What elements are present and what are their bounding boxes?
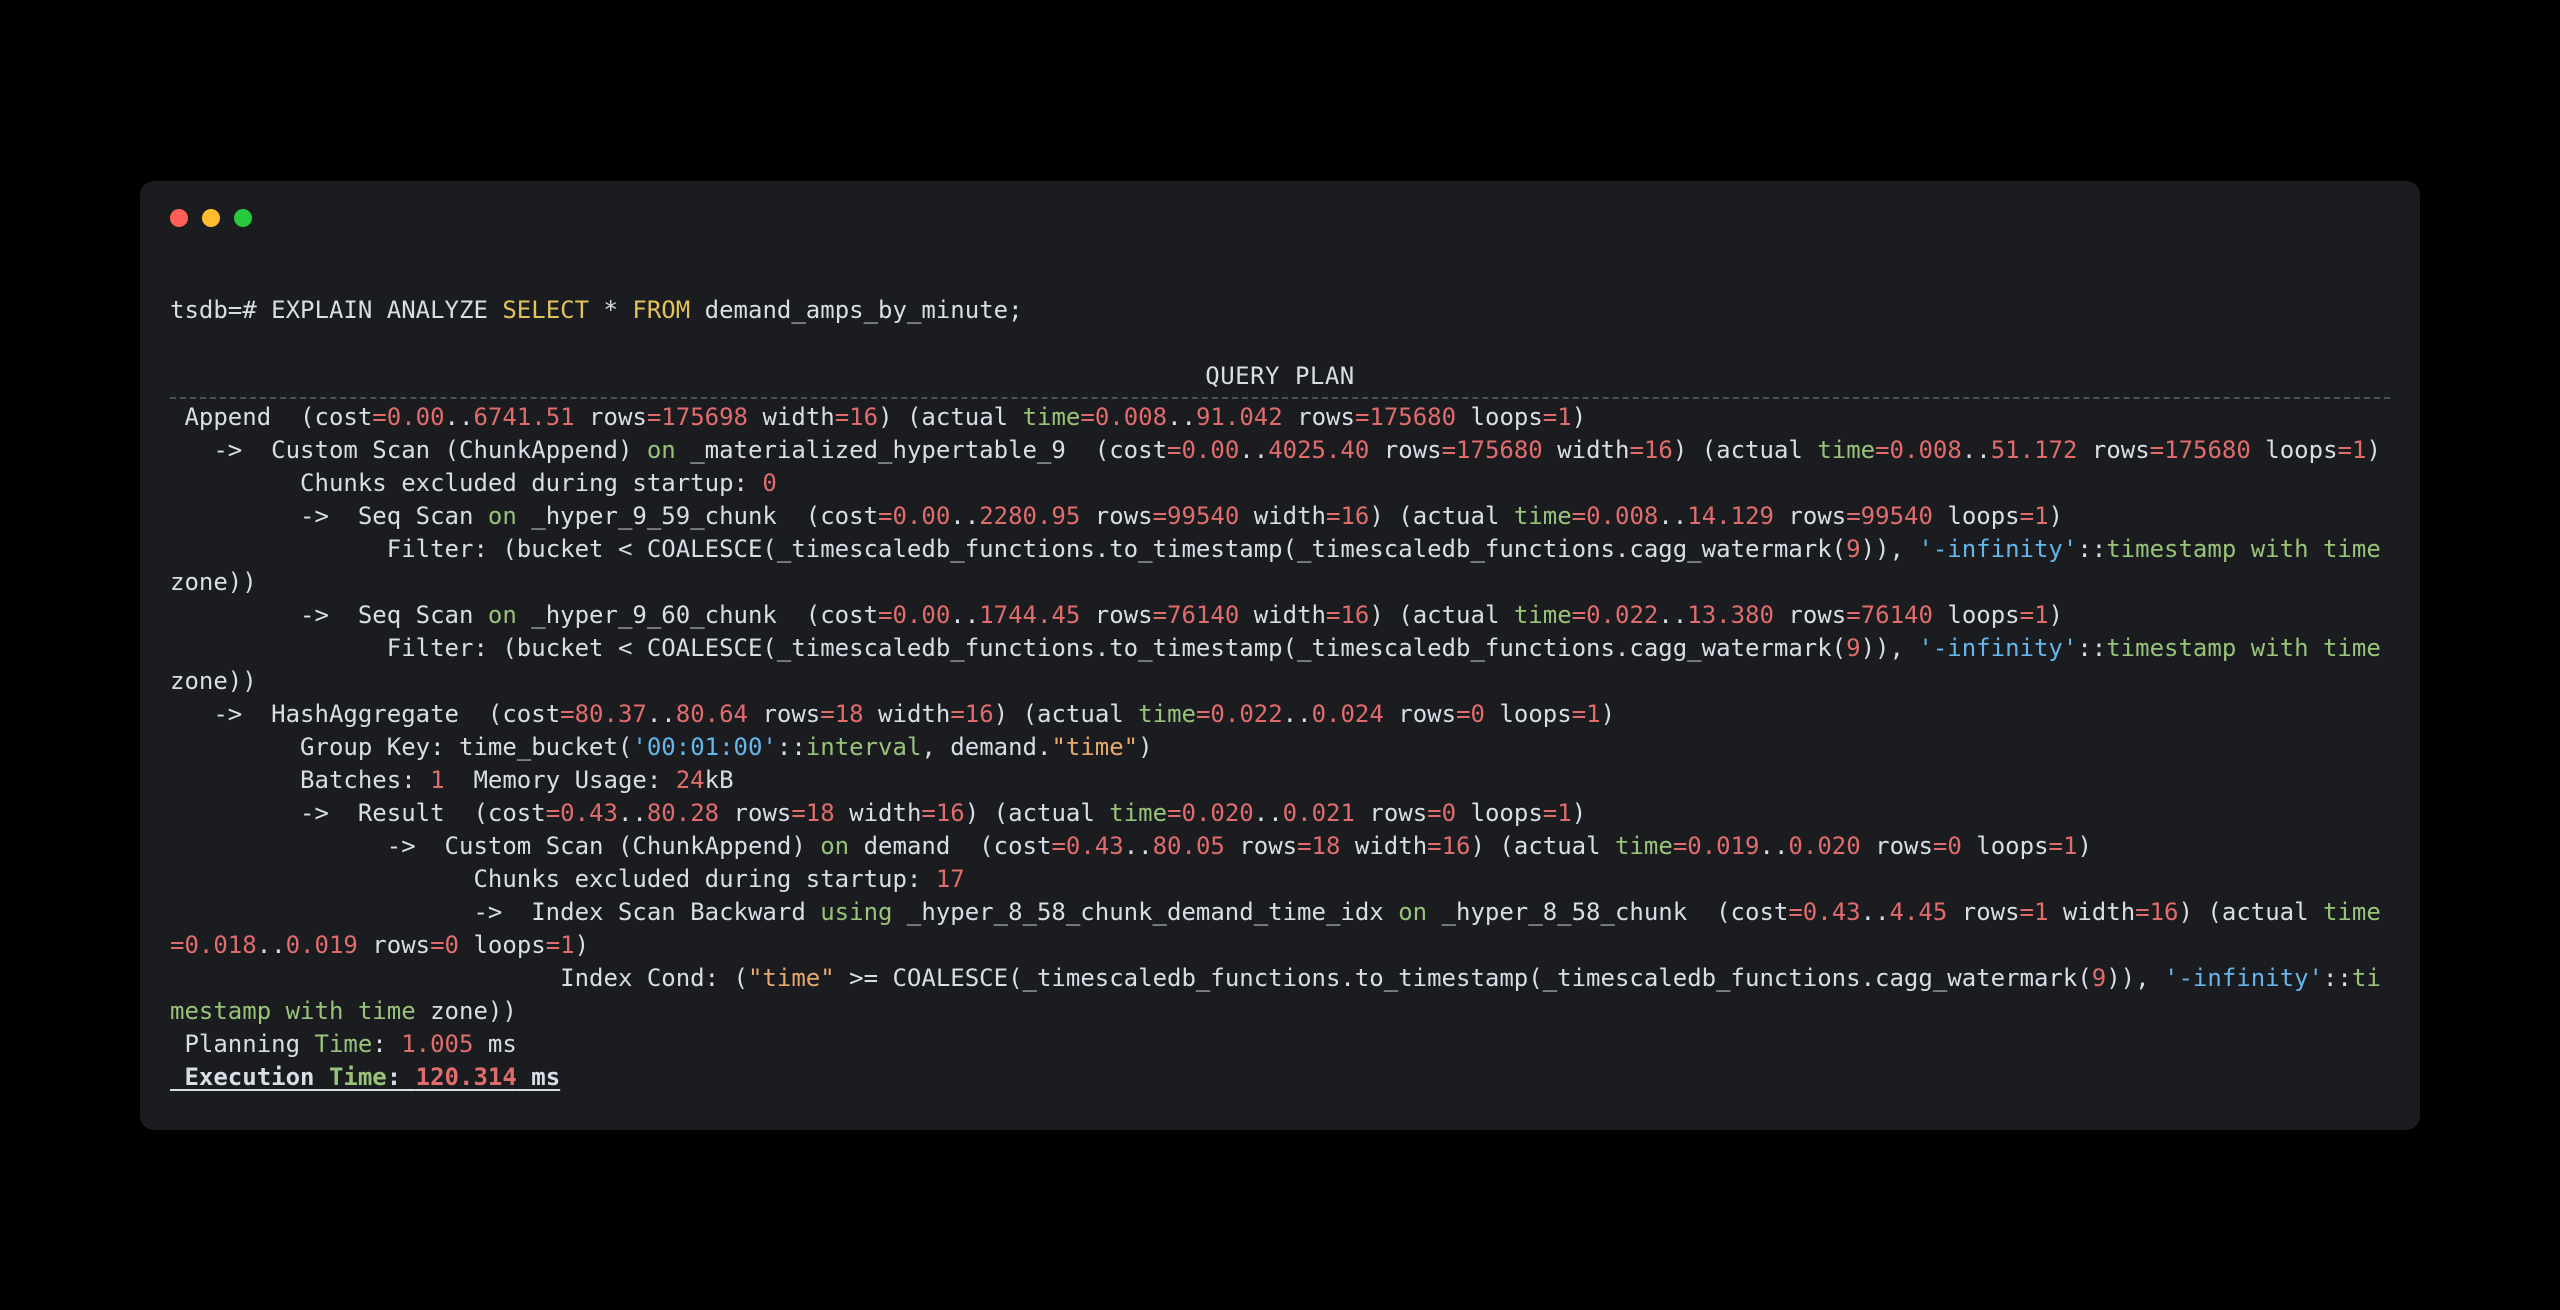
window-traffic-lights: [170, 209, 2390, 227]
plan-line-planning: Planning Time: 1.005 ms: [170, 1030, 517, 1058]
close-icon[interactable]: [170, 209, 188, 227]
plan-line-chunks-excluded-0: Chunks excluded during startup: 0: [170, 469, 777, 497]
plan-line-seqscan-60: -> Seq Scan on _hyper_9_60_chunk (cost=0…: [170, 601, 2063, 629]
plan-line-group-key: Group Key: time_bucket('00:01:00'::inter…: [170, 733, 1153, 761]
plan-line-result: -> Result (cost=0.43..80.28 rows=18 widt…: [170, 799, 1586, 827]
kw-select: SELECT: [502, 296, 589, 324]
plan-line-batches: Batches: 1 Memory Usage: 24kB: [170, 766, 734, 794]
plan-line-indexscan: -> Index Scan Backward using _hyper_8_58…: [170, 898, 2381, 959]
plan-line-filter-59: Filter: (bucket < COALESCE(_timescaledb_…: [170, 535, 2395, 596]
kw-from: FROM: [632, 296, 690, 324]
plan-line-filter-60: Filter: (bucket < COALESCE(_timescaledb_…: [170, 634, 2395, 695]
plan-line-chunks-excluded-17: Chunks excluded during startup: 17: [170, 865, 965, 893]
prompt-line: tsdb=# EXPLAIN ANALYZE SELECT * FROM dem…: [170, 294, 2390, 327]
cmd-table: demand_amps_by_minute;: [690, 296, 1022, 324]
plan-line-execution: Execution Time: 120.314 ms: [170, 1063, 560, 1091]
prompt-prefix: tsdb=#: [170, 296, 271, 324]
cmd-explain: EXPLAIN ANALYZE: [271, 296, 502, 324]
terminal-output: tsdb=# EXPLAIN ANALYZE SELECT * FROM dem…: [170, 261, 2390, 1094]
cmd-star: *: [589, 296, 632, 324]
query-plan-header: QUERY PLAN: [170, 360, 2390, 393]
plan-line-chunkappend-demand: -> Custom Scan (ChunkAppend) on demand (…: [170, 832, 2092, 860]
plan-line-hashagg: -> HashAggregate (cost=80.37..80.64 rows…: [170, 700, 1615, 728]
plan-line-chunkappend: -> Custom Scan (ChunkAppend) on _materia…: [170, 436, 2381, 464]
divider: [170, 397, 2390, 399]
terminal-window: tsdb=# EXPLAIN ANALYZE SELECT * FROM dem…: [140, 181, 2420, 1130]
maximize-icon[interactable]: [234, 209, 252, 227]
plan-line-seqscan-59: -> Seq Scan on _hyper_9_59_chunk (cost=0…: [170, 502, 2063, 530]
plan-line-indexcond: Index Cond: ("time" >= COALESCE(_timesca…: [170, 964, 2381, 1025]
plan-line-append: Append (cost=0.00..6741.51 rows=175698 w…: [170, 403, 1586, 431]
minimize-icon[interactable]: [202, 209, 220, 227]
